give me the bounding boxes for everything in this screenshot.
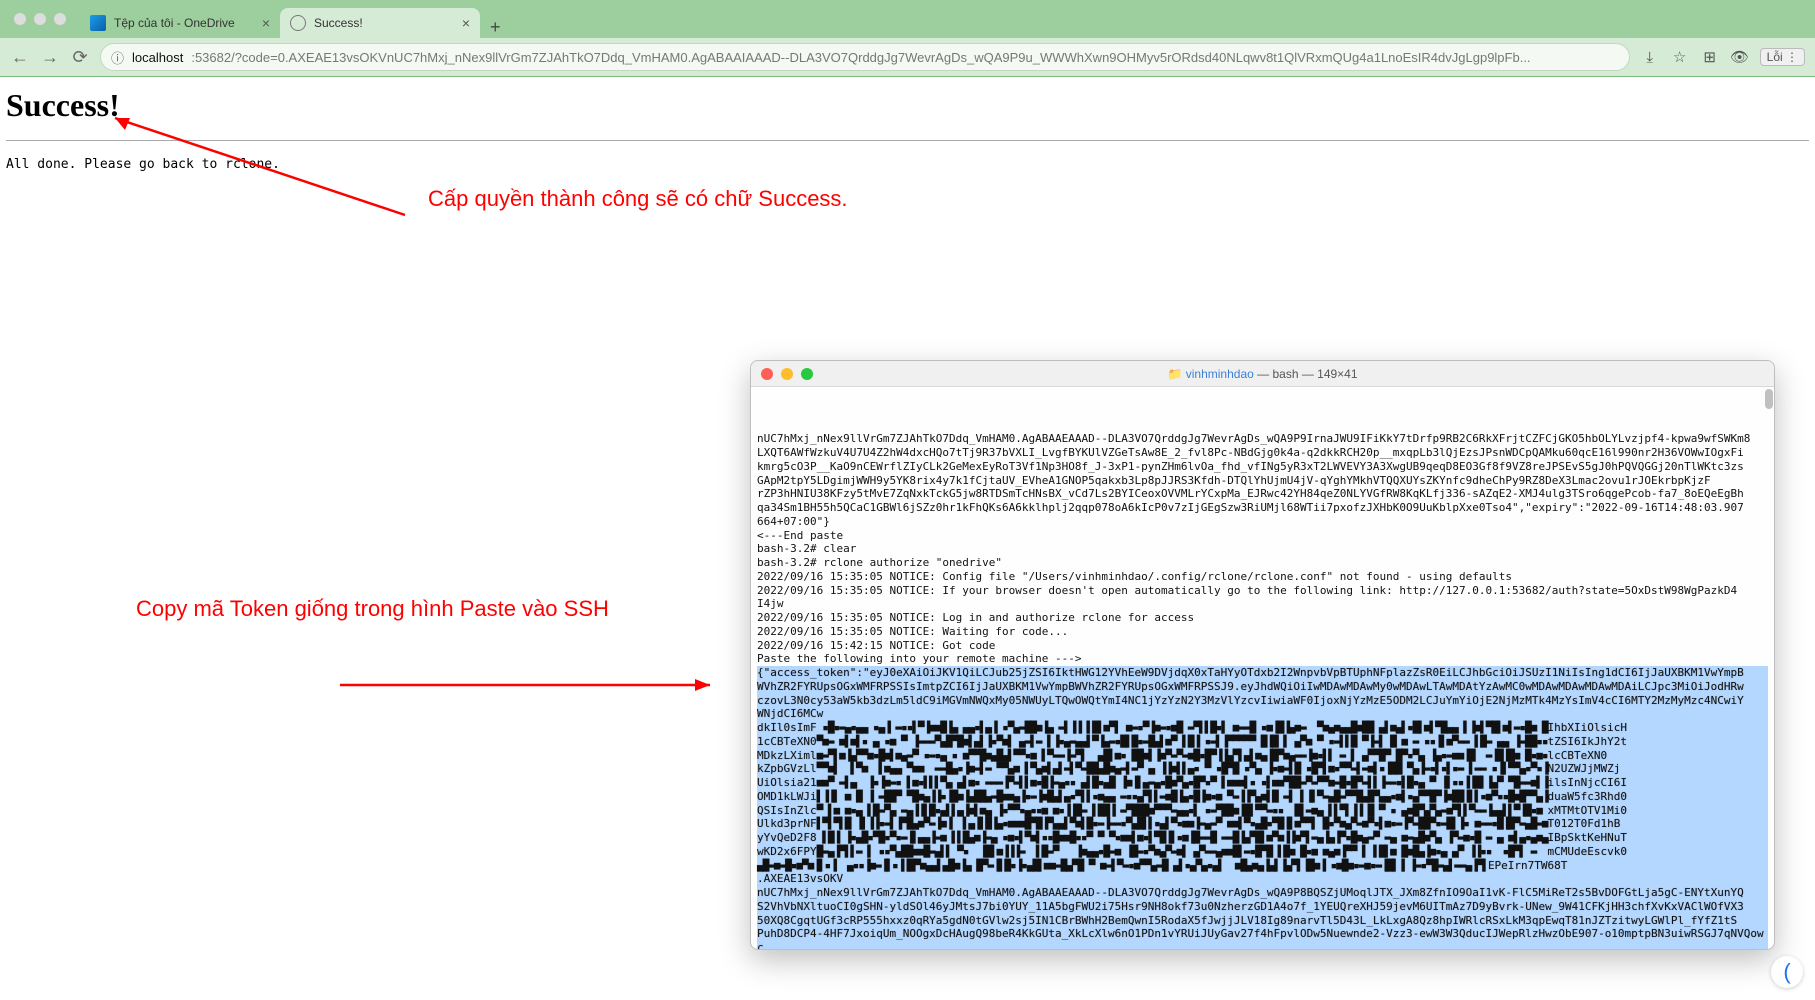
- extensions-icon[interactable]: ⊞: [1700, 47, 1720, 67]
- maximize-window-icon[interactable]: [54, 13, 66, 25]
- close-tab-icon[interactable]: ×: [262, 15, 270, 31]
- terminal-body[interactable]: nUC7hMxj_nNex9llVrGm7ZJAhTkO7Ddq_VmHAM0.…: [751, 387, 1774, 949]
- minimize-window-icon[interactable]: [34, 13, 46, 25]
- divider: [6, 140, 1809, 141]
- arrow-to-terminal: [340, 670, 740, 700]
- address-host: localhost: [132, 50, 183, 65]
- bookmark-star-icon[interactable]: ☆: [1670, 47, 1690, 67]
- browser-toolbar: ← → ⟳ ⓘ localhost :53682/?code=0.AXEAE13…: [0, 38, 1815, 76]
- globe-icon: [290, 15, 306, 31]
- error-badge[interactable]: Lỗi ⋮: [1760, 48, 1805, 66]
- tab-title: Success!: [314, 16, 454, 30]
- page-content: Success! All done. Please go back to rcl…: [0, 77, 1815, 182]
- address-bar[interactable]: ⓘ localhost :53682/?code=0.AXEAE13vsOKVn…: [100, 43, 1630, 71]
- eye-icon[interactable]: 👁: [1730, 47, 1750, 67]
- close-window-icon[interactable]: [14, 13, 26, 25]
- forward-button[interactable]: →: [40, 47, 60, 68]
- tab-onedrive[interactable]: Tệp của tôi - OneDrive ×: [80, 8, 280, 38]
- scrollbar-thumb[interactable]: [1765, 389, 1773, 409]
- annotation-copy-token: Copy mã Token giống trong hình Paste vào…: [136, 596, 609, 622]
- terminal-window: 📁 vinhminhdao — bash — 149×41 nUC7hMxj_n…: [750, 360, 1775, 950]
- annotation-success: Cấp quyền thành công sẽ có chữ Success.: [428, 186, 848, 212]
- tab-title: Tệp của tôi - OneDrive: [114, 16, 254, 30]
- toolbar-right: ⤓ ☆ ⊞ 👁 Lỗi ⋮: [1640, 47, 1805, 67]
- browser-chrome: Tệp của tôi - OneDrive × Success! × + ← …: [0, 0, 1815, 77]
- address-path: :53682/?code=0.AXEAE13vsOKVnUC7hMxj_nNex…: [191, 50, 1618, 65]
- tab-success[interactable]: Success! ×: [280, 8, 480, 38]
- install-icon[interactable]: ⤓: [1640, 47, 1660, 67]
- site-info-icon[interactable]: ⓘ: [111, 48, 124, 67]
- tab-strip: Tệp của tôi - OneDrive × Success! × +: [0, 0, 1815, 38]
- close-tab-icon[interactable]: ×: [462, 15, 470, 31]
- rclone-message: All done. Please go back to rclone.: [6, 157, 1809, 172]
- terminal-title: 📁 vinhminhdao — bash — 149×41: [751, 367, 1774, 381]
- terminal-titlebar[interactable]: 📁 vinhminhdao — bash — 149×41: [751, 361, 1774, 387]
- reload-button[interactable]: ⟳: [70, 47, 90, 68]
- back-button[interactable]: ←: [10, 47, 30, 68]
- folder-icon: 📁 vinhminhdao: [1167, 367, 1253, 381]
- page-heading: Success!: [6, 87, 1809, 124]
- onedrive-icon: [90, 15, 106, 31]
- window-traffic-lights: [14, 13, 66, 25]
- menu-icon: ⋮: [1786, 50, 1798, 64]
- new-tab-button[interactable]: +: [480, 17, 511, 38]
- reader-badge-icon[interactable]: (: [1771, 956, 1803, 988]
